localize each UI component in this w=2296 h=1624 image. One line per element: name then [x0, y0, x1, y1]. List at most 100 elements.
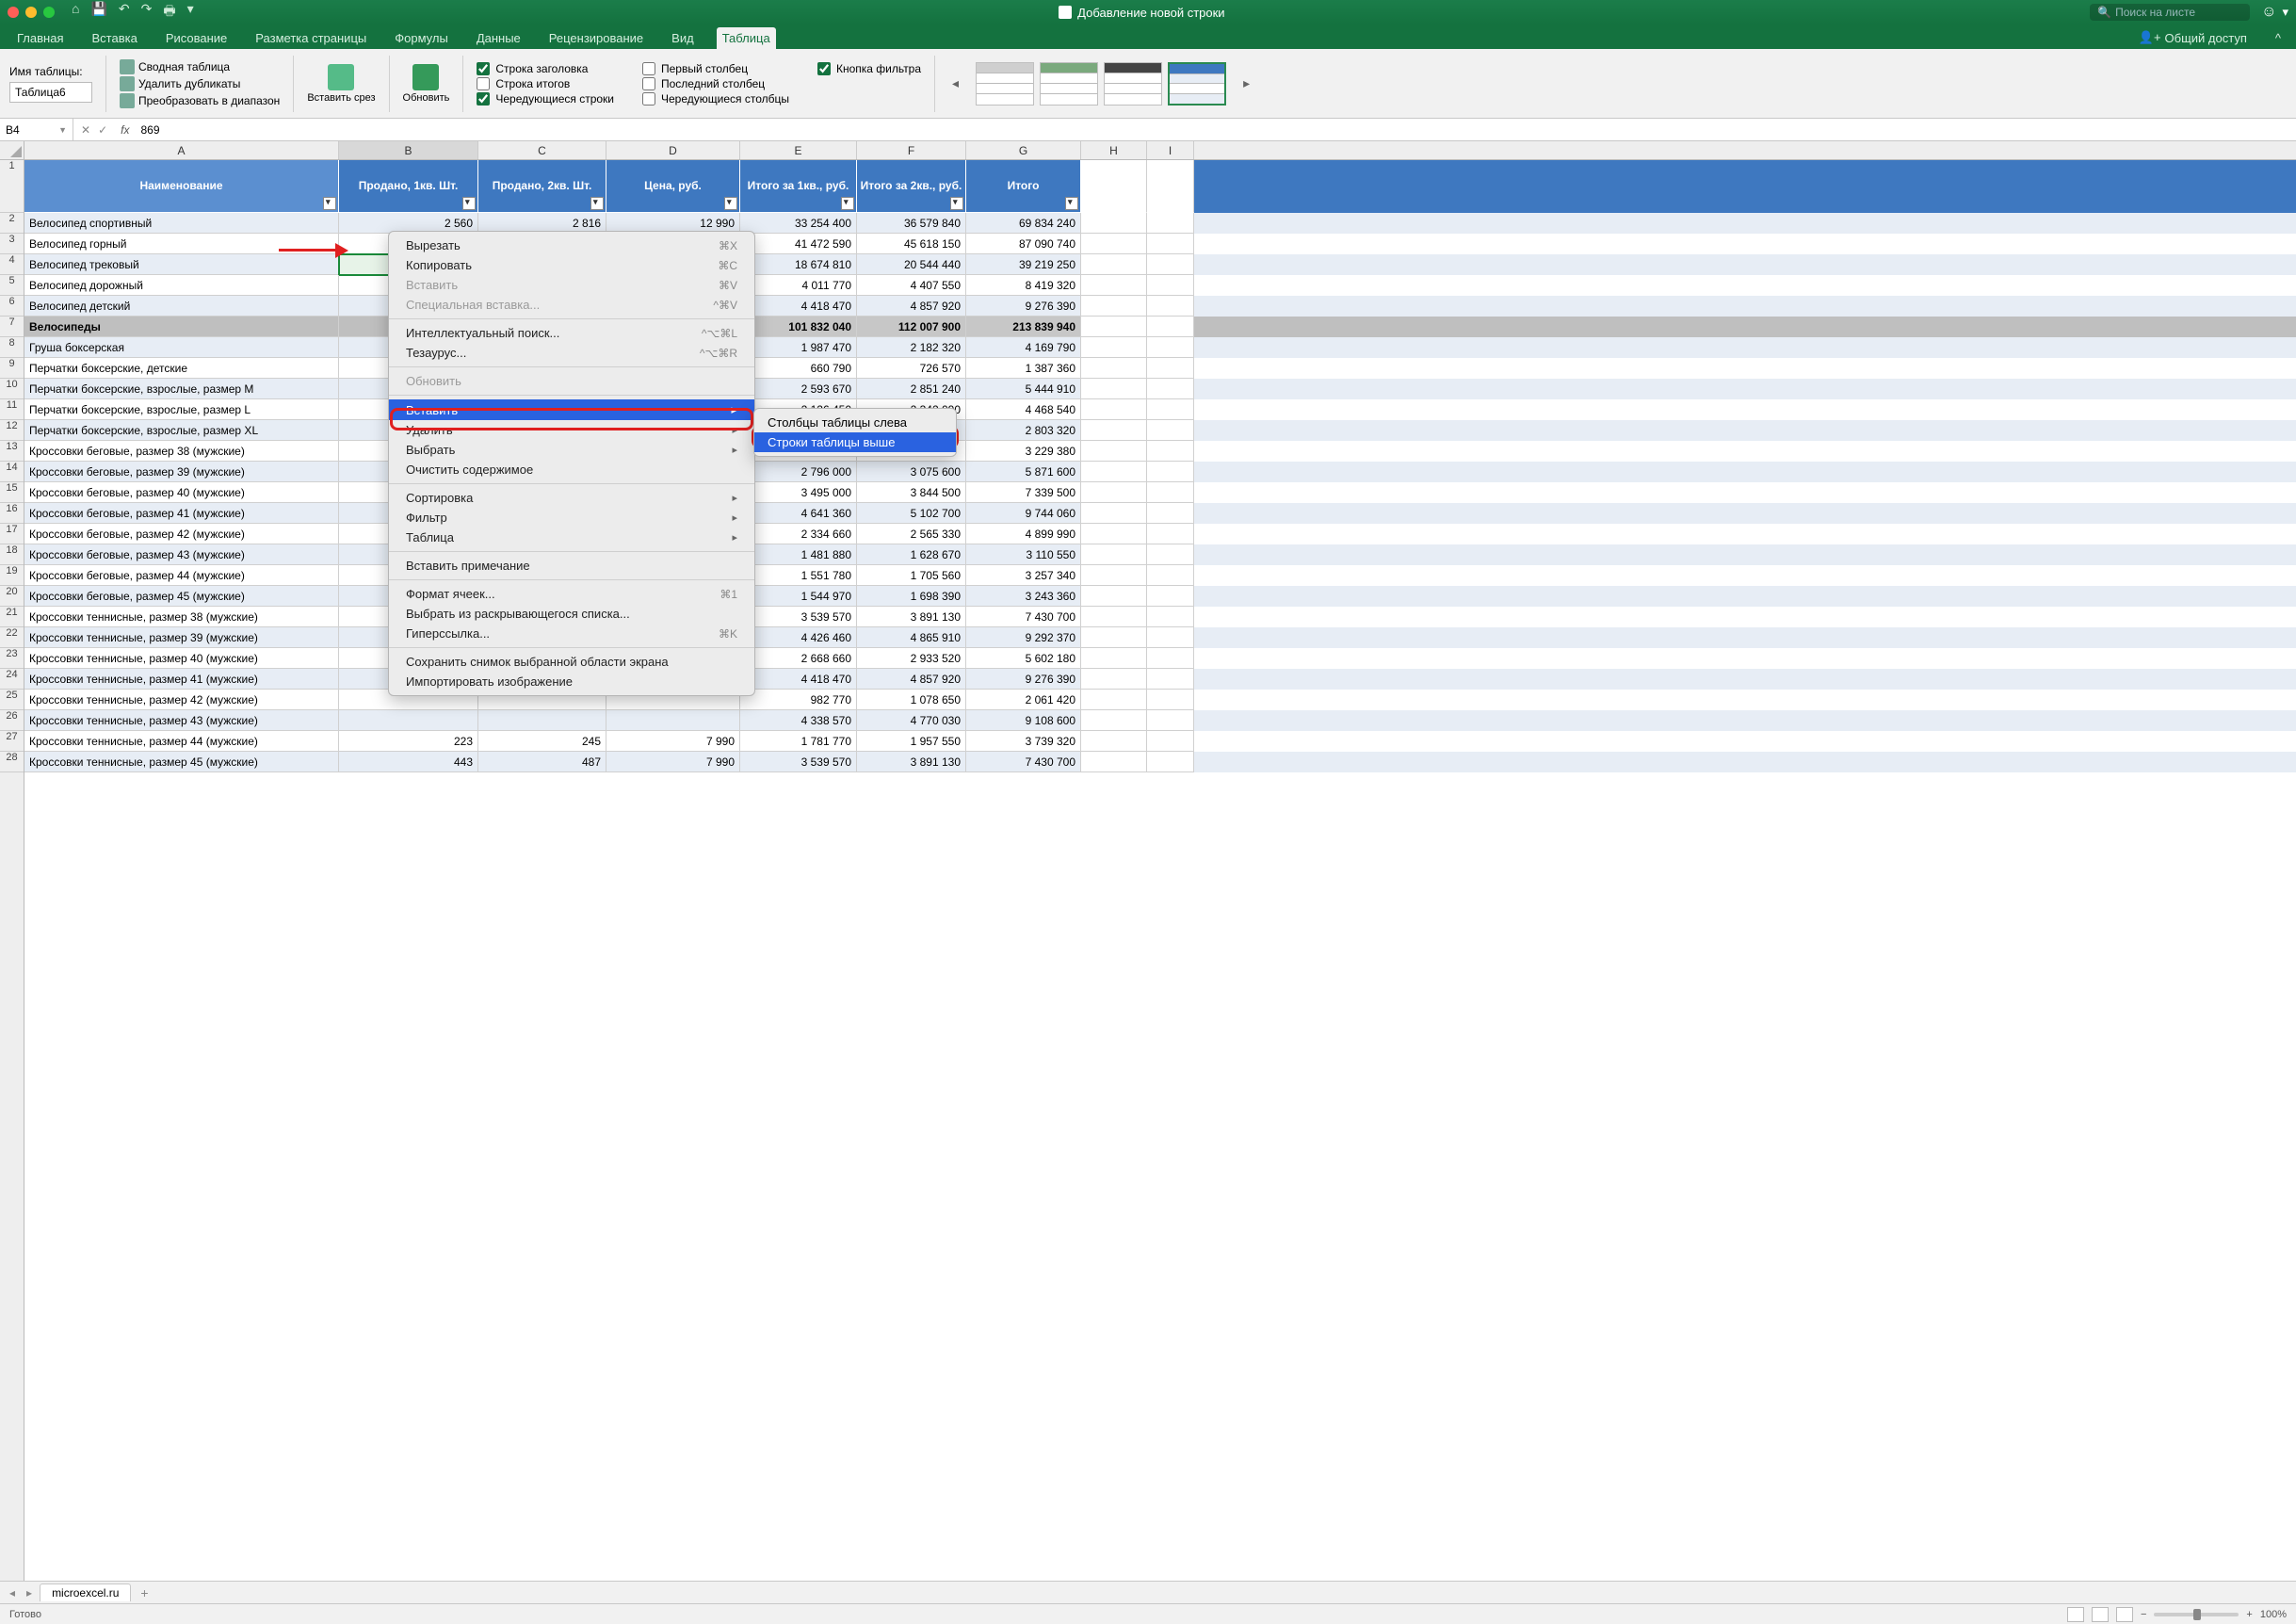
table-header-cell[interactable]: Наименование [24, 160, 339, 213]
tab-layout[interactable]: Разметка страницы [250, 27, 372, 49]
data-cell[interactable] [1147, 586, 1194, 607]
row-header[interactable]: 25 [0, 690, 24, 710]
data-cell[interactable]: 1 544 970 [740, 586, 857, 607]
first-col-checkbox[interactable]: Первый столбец [642, 62, 789, 75]
data-cell[interactable] [1081, 399, 1147, 420]
name-cell[interactable]: Перчатки боксерские, взрослые, размер M [24, 379, 339, 399]
data-cell[interactable]: 2 593 670 [740, 379, 857, 399]
select-all-corner[interactable] [0, 141, 24, 160]
row-header[interactable]: 15 [0, 482, 24, 503]
data-cell[interactable]: 3 539 570 [740, 752, 857, 772]
row-header[interactable]: 8 [0, 337, 24, 358]
data-cell[interactable]: 3 891 130 [857, 752, 966, 772]
row-header[interactable]: 21 [0, 607, 24, 627]
data-cell[interactable] [1147, 503, 1194, 524]
view-normal-icon[interactable] [2067, 1607, 2084, 1622]
data-cell[interactable]: 4 899 990 [966, 524, 1081, 544]
name-cell[interactable]: Перчатки боксерские, взрослые, размер XL [24, 420, 339, 441]
data-cell[interactable] [1147, 379, 1194, 399]
data-cell[interactable]: 9 108 600 [966, 710, 1081, 731]
row-header[interactable]: 9 [0, 358, 24, 379]
row-header[interactable]: 11 [0, 399, 24, 420]
table-style-1[interactable] [976, 62, 1034, 106]
row-header[interactable]: 27 [0, 731, 24, 752]
save-icon[interactable]: 💾 [90, 1, 106, 24]
ctx-table[interactable]: Таблица▸ [389, 528, 754, 547]
name-cell[interactable]: Кроссовки теннисные, размер 43 (мужские) [24, 710, 339, 731]
row-header[interactable]: 5 [0, 275, 24, 296]
filter-icon[interactable] [462, 197, 476, 210]
data-cell[interactable]: 4 418 470 [740, 296, 857, 317]
data-cell[interactable]: 3 257 340 [966, 565, 1081, 586]
data-cell[interactable]: 3 891 130 [857, 607, 966, 627]
filter-icon[interactable] [1065, 197, 1078, 210]
tab-formulas[interactable]: Формулы [389, 27, 454, 49]
data-cell[interactable]: 45 618 150 [857, 234, 966, 254]
name-cell[interactable]: Груша боксерская [24, 337, 339, 358]
data-cell[interactable]: 4 407 550 [857, 275, 966, 296]
data-cell[interactable] [339, 710, 478, 731]
filter-icon[interactable] [841, 197, 854, 210]
data-cell[interactable]: 5 444 910 [966, 379, 1081, 399]
data-cell[interactable]: 9 292 370 [966, 627, 1081, 648]
data-cell[interactable]: 3 844 500 [857, 482, 966, 503]
data-cell[interactable]: 87 090 740 [966, 234, 1081, 254]
data-cell[interactable]: 7 990 [606, 731, 740, 752]
row-header[interactable]: 12 [0, 420, 24, 441]
data-cell[interactable] [1081, 565, 1147, 586]
table-header-cell[interactable]: Цена, руб. [606, 160, 740, 213]
table-header-cell[interactable]: Продано, 1кв. Шт. [339, 160, 478, 213]
view-layout-icon[interactable] [2092, 1607, 2109, 1622]
data-cell[interactable]: 4 169 790 [966, 337, 1081, 358]
ctx-filter[interactable]: Фильтр▸ [389, 508, 754, 528]
cancel-icon[interactable]: ✕ [81, 123, 90, 137]
data-cell[interactable] [1081, 503, 1147, 524]
data-cell[interactable] [1081, 586, 1147, 607]
data-cell[interactable] [1081, 669, 1147, 690]
col-header-G[interactable]: G [966, 141, 1081, 159]
name-cell[interactable]: Кроссовки теннисные, размер 45 (мужские) [24, 752, 339, 772]
data-cell[interactable] [1081, 254, 1147, 275]
ctx-insert[interactable]: Вставить▸ [389, 399, 754, 420]
data-cell[interactable]: 36 579 840 [857, 213, 966, 234]
ctx-dropdown[interactable]: Выбрать из раскрывающегося списка... [389, 604, 754, 624]
redo-icon[interactable]: ↷ [141, 1, 153, 24]
data-cell[interactable] [1147, 234, 1194, 254]
row-header[interactable]: 20 [0, 586, 24, 607]
data-cell[interactable]: 18 674 810 [740, 254, 857, 275]
tab-data[interactable]: Данные [471, 27, 526, 49]
data-cell[interactable]: 3 110 550 [966, 544, 1081, 565]
ctx-sort[interactable]: Сортировка▸ [389, 488, 754, 508]
data-cell[interactable] [1081, 648, 1147, 669]
data-cell[interactable] [1147, 690, 1194, 710]
row-header[interactable]: 17 [0, 524, 24, 544]
data-cell[interactable] [1147, 337, 1194, 358]
name-cell[interactable]: Кроссовки беговые, размер 42 (мужские) [24, 524, 339, 544]
data-cell[interactable]: 4 857 920 [857, 669, 966, 690]
name-cell[interactable]: Кроссовки беговые, размер 39 (мужские) [24, 462, 339, 482]
data-cell[interactable] [1081, 462, 1147, 482]
sheet-tab[interactable]: microexcel.ru [40, 1583, 131, 1601]
table-style-3[interactable] [1104, 62, 1162, 106]
data-cell[interactable]: 443 [339, 752, 478, 772]
data-cell[interactable] [1081, 275, 1147, 296]
data-cell[interactable]: 4 641 360 [740, 503, 857, 524]
close-icon[interactable] [8, 7, 19, 18]
row-header[interactable]: 22 [0, 627, 24, 648]
col-header-B[interactable]: B [339, 141, 478, 159]
refresh-button[interactable]: Обновить [403, 64, 450, 104]
ctx-hyperlink[interactable]: Гиперссылка...⌘K [389, 624, 754, 643]
data-cell[interactable]: 3 739 320 [966, 731, 1081, 752]
data-cell[interactable]: 2 565 330 [857, 524, 966, 544]
data-cell[interactable]: 4 468 540 [966, 399, 1081, 420]
data-cell[interactable]: 1 781 770 [740, 731, 857, 752]
data-cell[interactable]: 2 061 420 [966, 690, 1081, 710]
data-cell[interactable] [606, 710, 740, 731]
print-icon[interactable]: 🖶 [163, 1, 175, 24]
data-cell[interactable]: 101 832 040 [740, 317, 857, 337]
row-header[interactable]: 14 [0, 462, 24, 482]
data-cell[interactable]: 213 839 940 [966, 317, 1081, 337]
data-cell[interactable]: 41 472 590 [740, 234, 857, 254]
data-cell[interactable] [1147, 254, 1194, 275]
total-row-checkbox[interactable]: Строка итогов [477, 77, 614, 90]
